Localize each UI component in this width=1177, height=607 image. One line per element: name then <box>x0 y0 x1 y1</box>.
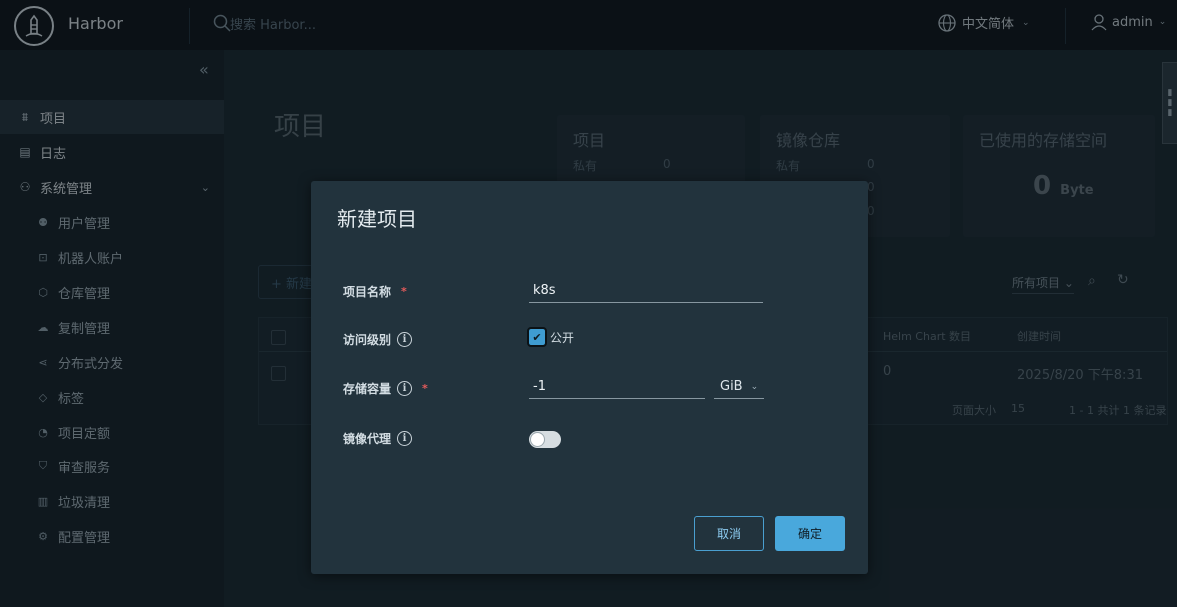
unit-label: GiB <box>720 379 743 394</box>
public-checkbox-label[interactable]: 公开 <box>550 329 574 346</box>
field-label: 镜像代理 <box>343 432 392 446</box>
storage-quota-label: 存储容量 i * <box>343 380 428 397</box>
storage-quota-input[interactable] <box>529 375 705 399</box>
project-name-input[interactable] <box>529 279 763 303</box>
field-label: 访问级别 <box>343 333 392 347</box>
field-label: 存储容量 <box>343 382 392 396</box>
info-icon[interactable]: i <box>397 431 413 446</box>
proxy-cache-toggle[interactable] <box>529 431 561 448</box>
required-marker: * <box>422 382 428 395</box>
chevron-down-icon: ⌄ <box>750 381 759 392</box>
proxy-cache-label: 镜像代理 i <box>343 430 413 447</box>
info-icon[interactable]: i <box>397 381 413 396</box>
required-marker: * <box>401 285 407 298</box>
toggle-knob <box>531 433 544 446</box>
project-name-label: 项目名称 * <box>343 283 407 300</box>
cancel-button[interactable]: 取消 <box>694 516 764 551</box>
new-project-dialog: 新建项目 项目名称 * 访问级别 i ✔ 公开 存储容量 i * GiB ⌄ 镜像代… <box>311 181 868 574</box>
storage-unit-select[interactable]: GiB ⌄ <box>714 375 764 399</box>
dialog-title: 新建项目 <box>337 207 417 231</box>
public-checkbox[interactable]: ✔ <box>527 327 547 347</box>
access-level-label: 访问级别 i <box>343 331 413 348</box>
confirm-button[interactable]: 确定 <box>775 516 845 551</box>
info-icon[interactable]: i <box>397 332 413 347</box>
field-label: 项目名称 <box>343 285 392 299</box>
